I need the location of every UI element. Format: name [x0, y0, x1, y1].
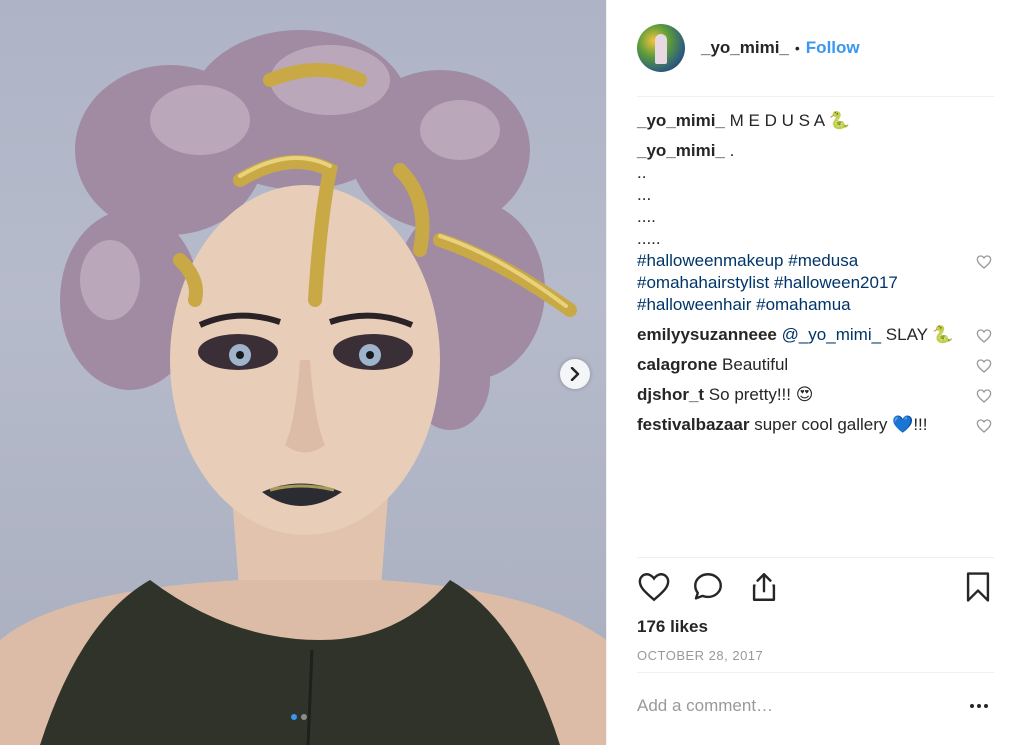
post-photo[interactable] — [0, 0, 606, 745]
mention-link[interactable]: @_yo_mimi_ — [782, 325, 881, 344]
comment-username[interactable]: emilyysuzanneee — [637, 325, 777, 344]
comment-text-line: ... — [637, 185, 652, 204]
comment: djshor_t So pretty!!! 😍 — [637, 384, 994, 406]
bookmark-icon[interactable] — [961, 570, 995, 604]
comment-username[interactable]: djshor_t — [637, 385, 704, 404]
medusa-portrait-image — [0, 30, 606, 745]
caption-username[interactable]: _yo_mimi_ — [637, 111, 725, 130]
comment-username[interactable]: festivalbazaar — [637, 415, 749, 434]
action-bar — [637, 570, 994, 606]
more-options-icon[interactable] — [967, 696, 991, 716]
comment-username[interactable]: calagrone — [637, 355, 717, 374]
heart-icon[interactable] — [976, 418, 992, 434]
caption: _yo_mimi_ M E D U S A 🐍 — [637, 110, 994, 132]
comment-text-line: . — [729, 141, 735, 160]
comment-text-line: .. — [637, 163, 647, 182]
heart-icon[interactable] — [976, 328, 992, 344]
comment-username[interactable]: _yo_mimi_ — [637, 141, 725, 160]
comment-text: super cool gallery 💙!!! — [754, 415, 928, 434]
divider — [637, 672, 994, 673]
heart-icon[interactable] — [976, 388, 992, 404]
post-date: OCTOBER 28, 2017 — [637, 648, 764, 663]
add-comment-input[interactable] — [637, 690, 937, 722]
author-username[interactable]: _yo_mimi_ — [701, 38, 789, 58]
heart-icon[interactable] — [976, 254, 992, 270]
carousel-dot — [301, 714, 307, 720]
hashtag-link[interactable]: #omahamua — [756, 295, 851, 314]
heart-icon[interactable] — [637, 570, 671, 604]
share-icon[interactable] — [747, 570, 781, 604]
comment: calagrone Beautiful — [637, 354, 994, 376]
chevron-right-icon — [570, 367, 580, 381]
caption-text: M E D U S A 🐍 — [729, 111, 850, 130]
divider — [637, 96, 994, 97]
comment: emilyysuzanneee @_yo_mimi_ SLAY 🐍 — [637, 324, 994, 346]
comments-list: _yo_mimi_ M E D U S A 🐍 _yo_mimi_ . .. .… — [637, 110, 994, 436]
comment: festivalbazaar super cool gallery 💙!!! — [637, 414, 994, 436]
hashtag-link[interactable]: #halloweenmakeup — [637, 251, 784, 270]
comment-icon[interactable] — [691, 570, 725, 604]
comment-text: SLAY 🐍 — [885, 325, 954, 344]
comment-text: Beautiful — [722, 355, 789, 374]
comment-text-line: ..... — [637, 229, 661, 248]
likes-count[interactable]: 176 likes — [637, 617, 708, 637]
avatar[interactable] — [637, 24, 685, 72]
caption-comment: _yo_mimi_ . .. ... .... ..... #halloween… — [637, 140, 994, 316]
instagram-post: _yo_mimi_ • Follow _yo_mimi_ M E D U S A… — [0, 0, 1024, 745]
hashtag-link[interactable]: #halloweenhair — [637, 295, 751, 314]
carousel-indicator — [291, 714, 307, 720]
post-header: _yo_mimi_ • Follow — [637, 22, 994, 74]
hashtag-link[interactable]: #medusa — [788, 251, 858, 270]
post-details-panel: _yo_mimi_ • Follow _yo_mimi_ M E D U S A… — [606, 0, 1024, 745]
hashtag-link[interactable]: #halloween2017 — [774, 273, 898, 292]
heart-icon[interactable] — [976, 358, 992, 374]
comment-text-line: .... — [637, 207, 656, 226]
hashtag-link[interactable]: #omahahairstylist — [637, 273, 769, 292]
separator-dot: • — [794, 40, 800, 56]
comment-text: So pretty!!! 😍 — [708, 385, 814, 404]
follow-button[interactable]: Follow — [806, 38, 860, 58]
next-slide-button[interactable] — [560, 359, 590, 389]
divider — [637, 557, 994, 558]
carousel-dot-active — [291, 714, 297, 720]
